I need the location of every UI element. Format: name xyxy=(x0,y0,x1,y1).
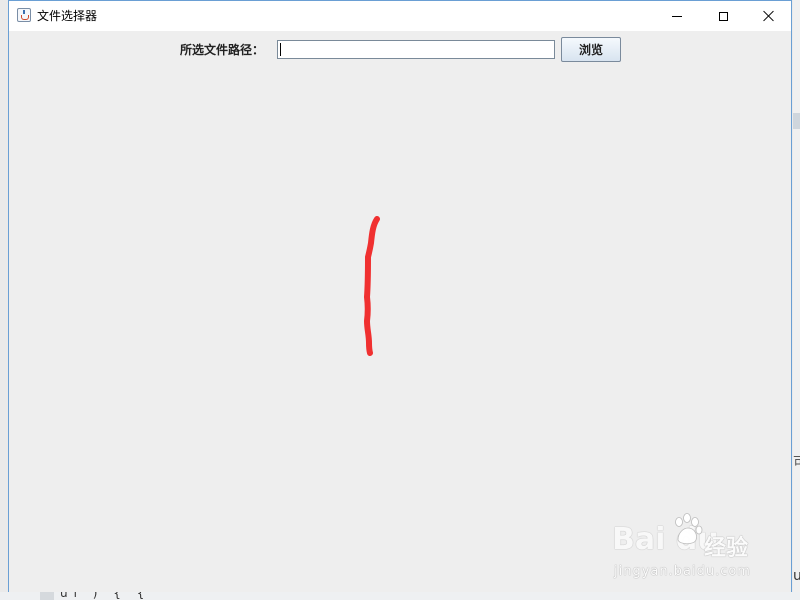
content-panel: 所选文件路径： 浏览 xyxy=(9,31,791,592)
file-path-input[interactable] xyxy=(277,40,555,59)
maximize-icon xyxy=(718,11,728,21)
background-window-edge: 可 u xyxy=(793,0,800,600)
background-text: 可 xyxy=(793,452,800,472)
watermark-cn-text: 经验 xyxy=(704,536,749,561)
background-text: u xyxy=(793,568,800,584)
background-code-text: ui ) { { xyxy=(60,592,151,600)
text-caret xyxy=(280,43,281,56)
close-button[interactable] xyxy=(746,1,792,31)
background-gutter xyxy=(40,592,54,600)
title-bar[interactable]: 文件选择器 xyxy=(9,1,791,31)
background-editor-edge: ui ) { { xyxy=(0,592,800,600)
browse-button[interactable]: 浏览 xyxy=(561,37,621,62)
file-path-label: 所选文件路径： xyxy=(180,43,265,57)
watermark-url: jingyan.baidu.com xyxy=(614,564,751,579)
baidu-jingyan-watermark: Bai du 经验 jingyan.baidu.com xyxy=(612,512,792,584)
java-app-icon xyxy=(17,8,31,22)
file-chooser-window: 文件选择器 所选文件路径： 浏览 xyxy=(8,0,792,592)
minimize-icon xyxy=(672,15,682,17)
maximize-button[interactable] xyxy=(700,1,746,31)
background-selection-mark xyxy=(793,113,800,129)
red-annotation-stroke xyxy=(364,216,380,356)
window-title: 文件选择器 xyxy=(37,9,98,23)
paw-icon xyxy=(675,513,703,545)
minimize-button[interactable] xyxy=(654,1,700,31)
close-icon xyxy=(763,10,775,22)
